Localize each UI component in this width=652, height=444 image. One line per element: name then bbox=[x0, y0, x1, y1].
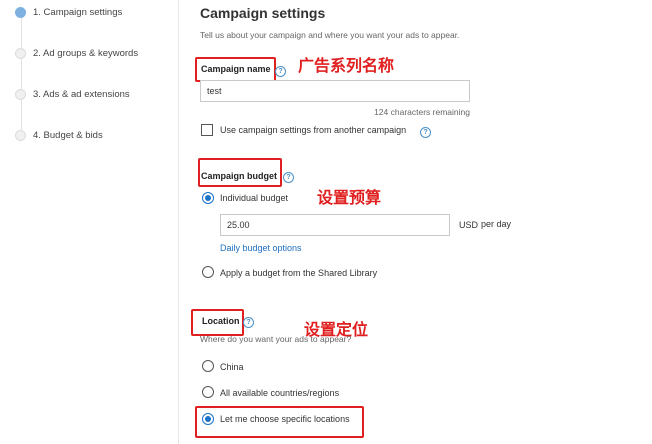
location-question: Where do you want your ads to appear? bbox=[200, 334, 352, 344]
location-help-icon[interactable]: ? bbox=[243, 317, 254, 328]
campaign-name-input[interactable]: test bbox=[200, 80, 470, 102]
steps-rail bbox=[21, 14, 22, 136]
budget-period-label: per day bbox=[481, 219, 512, 229]
wizard-steps: 1. Campaign settings 2. Ad groups & keyw… bbox=[0, 0, 178, 444]
campaign-name-help-icon[interactable]: ? bbox=[275, 66, 286, 77]
location-china-label: China bbox=[220, 362, 244, 372]
divider bbox=[178, 0, 179, 444]
location-all-countries-label: All available countries/regions bbox=[220, 388, 340, 398]
step-dot-icon bbox=[15, 129, 26, 141]
use-other-campaign-checkbox[interactable] bbox=[201, 124, 213, 136]
page-title: Campaign settings bbox=[200, 5, 326, 21]
use-other-campaign-label: Use campaign settings from another campa… bbox=[220, 125, 407, 135]
step-dot-icon bbox=[15, 88, 26, 100]
annotation-campaign-name: 广告系列名称 bbox=[298, 58, 395, 75]
step-active-dot-icon bbox=[15, 6, 26, 18]
annotation-budget: 设置预算 bbox=[317, 190, 382, 207]
step-label: 3. Ads & ad extensions bbox=[33, 88, 130, 100]
campaign-settings-panel: Campaign settings Tell us about your cam… bbox=[191, 0, 652, 444]
shared-budget-radio[interactable] bbox=[202, 266, 214, 278]
individual-budget-label: Individual budget bbox=[220, 193, 289, 203]
campaign-budget-label: Campaign budget bbox=[201, 171, 277, 181]
characters-remaining: 124 characters remaining bbox=[374, 107, 470, 117]
currency-label: USD bbox=[459, 220, 479, 230]
step-label: 4. Budget & bids bbox=[33, 129, 103, 141]
campaign-budget-help-icon[interactable]: ? bbox=[283, 172, 294, 183]
shared-budget-label: Apply a budget from the Shared Library bbox=[220, 268, 378, 278]
location-specific-label: Let me choose specific locations bbox=[220, 414, 350, 424]
location-label: Location bbox=[202, 316, 240, 326]
copy-settings-help-icon[interactable]: ? bbox=[420, 127, 431, 138]
page-subtitle: Tell us about your campaign and where yo… bbox=[200, 30, 460, 40]
step-label: 2. Ad groups & keywords bbox=[33, 47, 139, 59]
campaign-name-label: Campaign name bbox=[201, 64, 271, 74]
individual-budget-radio[interactable] bbox=[202, 192, 214, 204]
step-ads-extensions[interactable]: 3. Ads & ad extensions bbox=[15, 86, 130, 102]
budget-amount-input[interactable]: 25.00 bbox=[220, 214, 450, 236]
step-ad-groups-keywords[interactable]: 2. Ad groups & keywords bbox=[15, 45, 138, 61]
step-dot-icon bbox=[15, 47, 26, 59]
step-campaign-settings[interactable]: 1. Campaign settings bbox=[15, 4, 122, 20]
campaign-name-label-row: Campaign name bbox=[201, 64, 271, 74]
daily-budget-options-link[interactable]: Daily budget options bbox=[220, 243, 302, 253]
location-china-radio[interactable] bbox=[202, 360, 214, 372]
step-label: 1. Campaign settings bbox=[33, 6, 123, 18]
location-all-countries-radio[interactable] bbox=[202, 386, 214, 398]
location-specific-radio[interactable] bbox=[202, 413, 214, 425]
step-budget-bids[interactable]: 4. Budget & bids bbox=[15, 127, 103, 143]
